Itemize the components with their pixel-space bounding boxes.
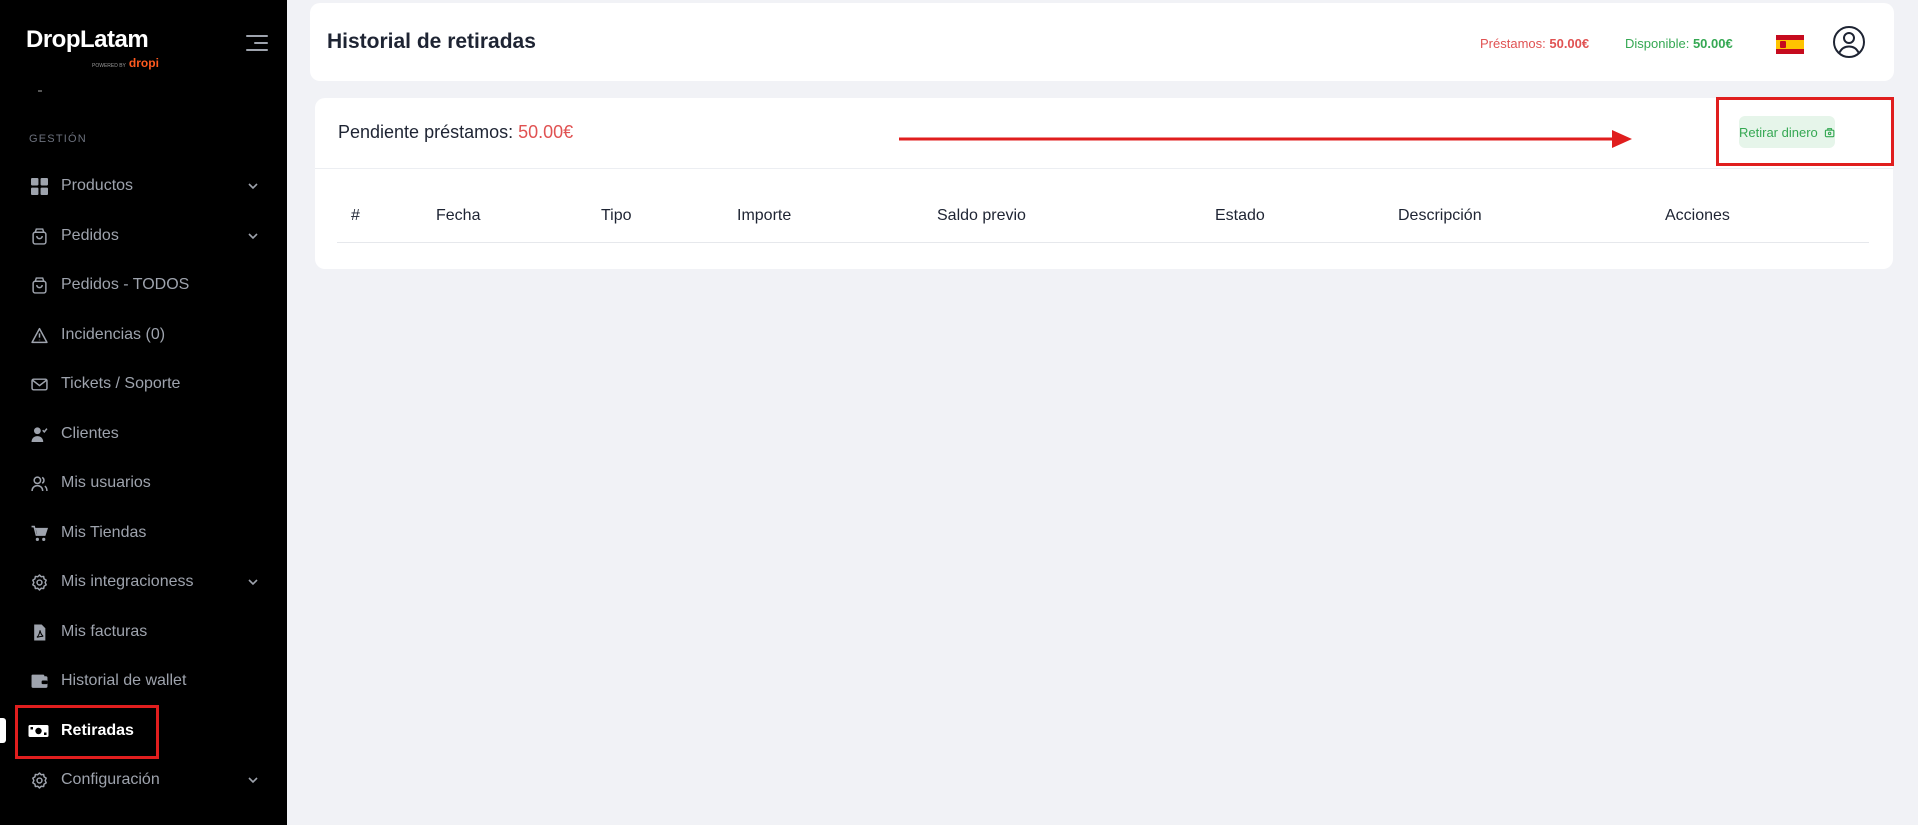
pending-value: 50.00€ (518, 122, 574, 142)
chevron-down-icon (248, 579, 258, 586)
highlight-box-retiradas (15, 705, 159, 759)
mail-icon (30, 375, 48, 393)
available-label: Disponible: (1625, 36, 1693, 51)
sidebar-item-label: Incidencias (0) (61, 326, 166, 343)
available-value: 50.00€ (1692, 36, 1733, 51)
partner-name: dropi (128, 56, 159, 70)
cart-icon (30, 524, 48, 542)
sidebar-item-label: Tickets / Soporte (61, 375, 181, 392)
sidebar-item-label: Mis Tiendas (61, 524, 147, 541)
sidebar-item-pedidos[interactable]: Pedidos (0, 216, 287, 256)
sidebar-item-incidencias[interactable]: Incidencias (0) (0, 315, 287, 355)
sidebar-item-label: Configuración (61, 771, 160, 788)
user-check-icon (30, 425, 48, 443)
column-header-tipo: Tipo (601, 207, 632, 224)
language-flag-icon[interactable] (1776, 35, 1804, 54)
withdrawals-card: Pendiente préstamos: 50.00€ Retirar dine… (315, 98, 1893, 269)
settings-icon (30, 573, 48, 591)
pending-loans: Pendiente préstamos: 50.00€ (338, 122, 573, 143)
column-header-number: # (351, 207, 360, 224)
sidebar-section-title: GESTIÓN (29, 133, 87, 145)
column-header-saldo-previo: Saldo previo (937, 207, 1026, 224)
sidebar-item-productos[interactable]: Productos (0, 166, 287, 206)
wallet-icon (30, 672, 48, 690)
sidebar-item-label: Mis facturas (61, 623, 148, 640)
sidebar-item-label: Mis usuarios (61, 474, 151, 491)
bag-icon (30, 227, 48, 245)
column-header-descripcion: Descripción (1398, 207, 1482, 224)
sidebar-item-tickets[interactable]: Tickets / Soporte (0, 364, 287, 404)
user-avatar-icon[interactable] (1832, 25, 1866, 59)
bag-icon (30, 276, 48, 294)
available-balance: Disponible: 50.00€ (1625, 36, 1733, 51)
sidebar-item-label: Pedidos (61, 227, 119, 244)
settings-icon (30, 771, 48, 789)
chevron-down-icon (248, 233, 258, 240)
column-header-importe: Importe (737, 207, 792, 224)
sidebar-item-label: Mis integracioness (61, 573, 194, 590)
chevron-down-icon (248, 777, 258, 784)
pdf-icon (30, 623, 48, 641)
sidebar-item-clientes[interactable]: Clientes (0, 414, 287, 454)
sidebar-item-label: Historial de wallet (61, 672, 187, 689)
brand-logo[interactable]: DropLatam POWERED BY dropi (26, 26, 159, 70)
grid-icon (30, 177, 48, 195)
chevron-down-icon (248, 183, 258, 190)
divider (38, 90, 42, 92)
page-title: Historial de retiradas (327, 30, 536, 53)
sidebar-item-label: Pedidos - TODOS (61, 276, 190, 293)
highlight-box-withdraw (1716, 97, 1894, 166)
brand-name: DropLatam (26, 26, 149, 53)
sidebar-item-configuracion[interactable]: Configuración (0, 760, 287, 800)
sidebar-item-pedidos-todos[interactable]: Pedidos - TODOS (0, 265, 287, 305)
column-header-fecha: Fecha (436, 207, 481, 224)
brand-powered-by: POWERED BY dropi (92, 54, 159, 72)
column-header-acciones: Acciones (1665, 207, 1730, 224)
loans-label: Préstamos: (1480, 36, 1550, 51)
sidebar: DropLatam POWERED BY dropi GESTIÓN Produc… (0, 0, 287, 825)
powered-by-text: POWERED BY (92, 63, 126, 69)
sidebar-item-mis-usuarios[interactable]: Mis usuarios (0, 463, 287, 503)
annotation-arrow-icon (899, 130, 1632, 148)
sidebar-item-mis-tiendas[interactable]: Mis Tiendas (0, 513, 287, 553)
sidebar-item-historial-wallet[interactable]: Historial de wallet (0, 661, 287, 701)
top-header: Historial de retiradas Préstamos: 50.00€… (310, 3, 1894, 81)
column-header-estado: Estado (1215, 207, 1265, 224)
sidebar-item-mis-facturas[interactable]: Mis facturas (0, 612, 287, 652)
sidebar-item-mis-integraciones[interactable]: Mis integracioness (0, 562, 287, 602)
card-divider (315, 168, 1893, 169)
sidebar-item-label: Productos (61, 177, 134, 194)
warning-icon (30, 326, 48, 344)
loans-balance: Préstamos: 50.00€ (1480, 36, 1589, 51)
menu-toggle-icon[interactable] (244, 33, 268, 53)
sidebar-item-label: Clientes (61, 425, 119, 442)
table-header-divider (337, 242, 1869, 243)
loans-value: 50.00€ (1549, 36, 1590, 51)
pending-label: Pendiente préstamos: (338, 122, 519, 142)
users-icon (30, 474, 48, 492)
